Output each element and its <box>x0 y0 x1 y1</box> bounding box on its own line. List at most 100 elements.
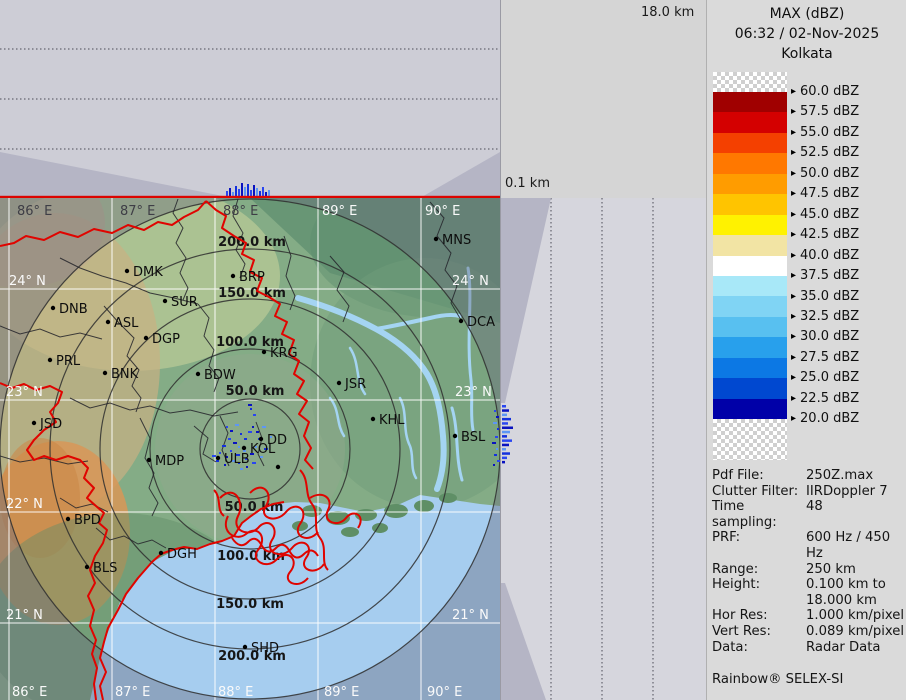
city-label: JSR <box>344 377 366 392</box>
city-label: KOL <box>250 442 276 457</box>
city-label: DNB <box>59 302 88 317</box>
echo-spike <box>502 448 506 451</box>
echo-spike <box>232 192 234 196</box>
city-label: BLS <box>93 561 117 576</box>
city-dot <box>144 336 148 340</box>
echo-spike <box>502 461 505 464</box>
metadata-label: Height: <box>712 577 806 608</box>
echo-pixel <box>256 431 259 433</box>
top-cross-section-panel <box>0 0 501 198</box>
metadata-value: 1.000 km/pixel <box>806 608 904 624</box>
latlon-label: 23° N <box>6 385 43 400</box>
echo-spike <box>502 431 510 434</box>
radar-map[interactable]: 200.0 km150.0 km100.0 km50.0 km50.0 km10… <box>0 198 500 700</box>
echo-pixel <box>244 438 247 440</box>
echo-spike <box>502 439 512 442</box>
metadata-row: Hor Res:1.000 km/pixel <box>712 608 905 624</box>
dbz-level-label: 25.0 dBZ <box>791 370 859 385</box>
city-dot <box>216 456 220 460</box>
city-dot <box>262 350 266 354</box>
latlon-label: 21° N <box>6 608 43 623</box>
right-cross-section-panel <box>500 198 707 700</box>
city-label: ULB <box>224 452 250 467</box>
metadata-row: Data:Radar Data <box>712 640 905 656</box>
scan-envelope-wedge <box>501 198 551 403</box>
echo-pixel <box>238 446 240 448</box>
city-label: KHL <box>379 413 405 428</box>
echo-pixel <box>493 422 497 424</box>
echo-pixel <box>240 433 242 435</box>
echo-spike <box>226 191 228 196</box>
echo-spike <box>502 418 511 421</box>
echo-pixel <box>494 410 496 412</box>
city-label: MNS <box>442 233 471 248</box>
dbz-level-label: 37.5 dBZ <box>791 268 859 283</box>
echo-spike <box>262 187 264 196</box>
metadata-label: Hor Res: <box>712 608 806 624</box>
dbz-level-label: 47.5 dBZ <box>791 186 859 201</box>
echo-pixel <box>496 448 498 450</box>
city-dot <box>242 446 246 450</box>
city-dot <box>103 371 107 375</box>
latlon-label: 86° E <box>17 204 52 219</box>
height-axis-max-label: 18.0 km <box>641 5 694 20</box>
dbz-level-label: 60.0 dBZ <box>791 84 859 99</box>
dbz-level-label: 50.0 dBZ <box>791 166 859 181</box>
echo-spike <box>502 409 509 412</box>
scan-envelope-wedge <box>420 152 500 198</box>
city-dot <box>85 565 89 569</box>
latlon-label: 87° E <box>115 685 150 700</box>
echo-spike <box>265 192 267 196</box>
city-dot <box>259 437 263 441</box>
range-ring-label: 50.0 km <box>226 384 285 399</box>
city-dot <box>371 417 375 421</box>
dbz-level-label: 27.5 dBZ <box>791 350 859 365</box>
echo-profile-spikes <box>502 405 513 463</box>
dbz-level-label: 22.5 dBZ <box>791 391 859 406</box>
latlon-label: 88° E <box>223 204 258 219</box>
metadata-row: Vert Res:0.089 km/pixel <box>712 624 905 640</box>
echo-pixel <box>497 460 500 462</box>
scan-envelope-wedge <box>501 583 546 700</box>
echo-pixel <box>250 408 252 410</box>
echo-pixel <box>235 424 239 426</box>
echo-pixel <box>494 454 497 456</box>
city-dot <box>147 458 151 462</box>
echo-spike <box>253 185 255 196</box>
latlon-label: 24° N <box>9 274 46 289</box>
echo-pixel <box>253 414 256 416</box>
metadata-label: Range: <box>712 562 806 578</box>
echo-spike <box>502 422 508 425</box>
city-dot <box>163 299 167 303</box>
city-dot <box>276 465 280 469</box>
latlon-label: 86° E <box>12 685 47 700</box>
echo-spike <box>244 187 246 196</box>
city-label: PRL <box>56 354 81 369</box>
dbz-level-label: 52.5 dBZ <box>791 145 859 160</box>
city-label: KRG <box>270 346 298 361</box>
city-label: BDW <box>204 368 236 383</box>
echo-pixel <box>222 445 226 447</box>
city-dot <box>196 372 200 376</box>
legend-panel: MAX (dBZ) 06:32 / 02-Nov-2025 Kolkata 60… <box>706 0 906 700</box>
echo-spike <box>241 183 243 196</box>
echo-pixel <box>493 464 495 466</box>
echo-spike <box>268 190 270 196</box>
latlon-label: 21° N <box>452 608 489 623</box>
dbz-level-label: 57.5 dBZ <box>791 104 859 119</box>
echo-spike <box>229 188 231 196</box>
metadata-label: Data: <box>712 640 806 656</box>
dbz-level-label: 32.5 dBZ <box>791 309 859 324</box>
metadata-value: 0.089 km/pixel <box>806 624 904 640</box>
radar-map-canvas[interactable]: 200.0 km150.0 km100.0 km50.0 km50.0 km10… <box>0 198 500 700</box>
city-label: ASL <box>114 316 139 331</box>
metadata-value: 48 <box>806 499 823 530</box>
city-dot <box>48 358 52 362</box>
echo-spike <box>502 452 510 455</box>
city-label: MDP <box>155 454 184 469</box>
metadata-label: Time sampling: <box>712 499 806 530</box>
echo-pixel <box>219 452 221 454</box>
echo-spike <box>502 427 513 430</box>
city-dot <box>51 306 55 310</box>
dbz-level-label: 20.0 dBZ <box>791 411 859 426</box>
